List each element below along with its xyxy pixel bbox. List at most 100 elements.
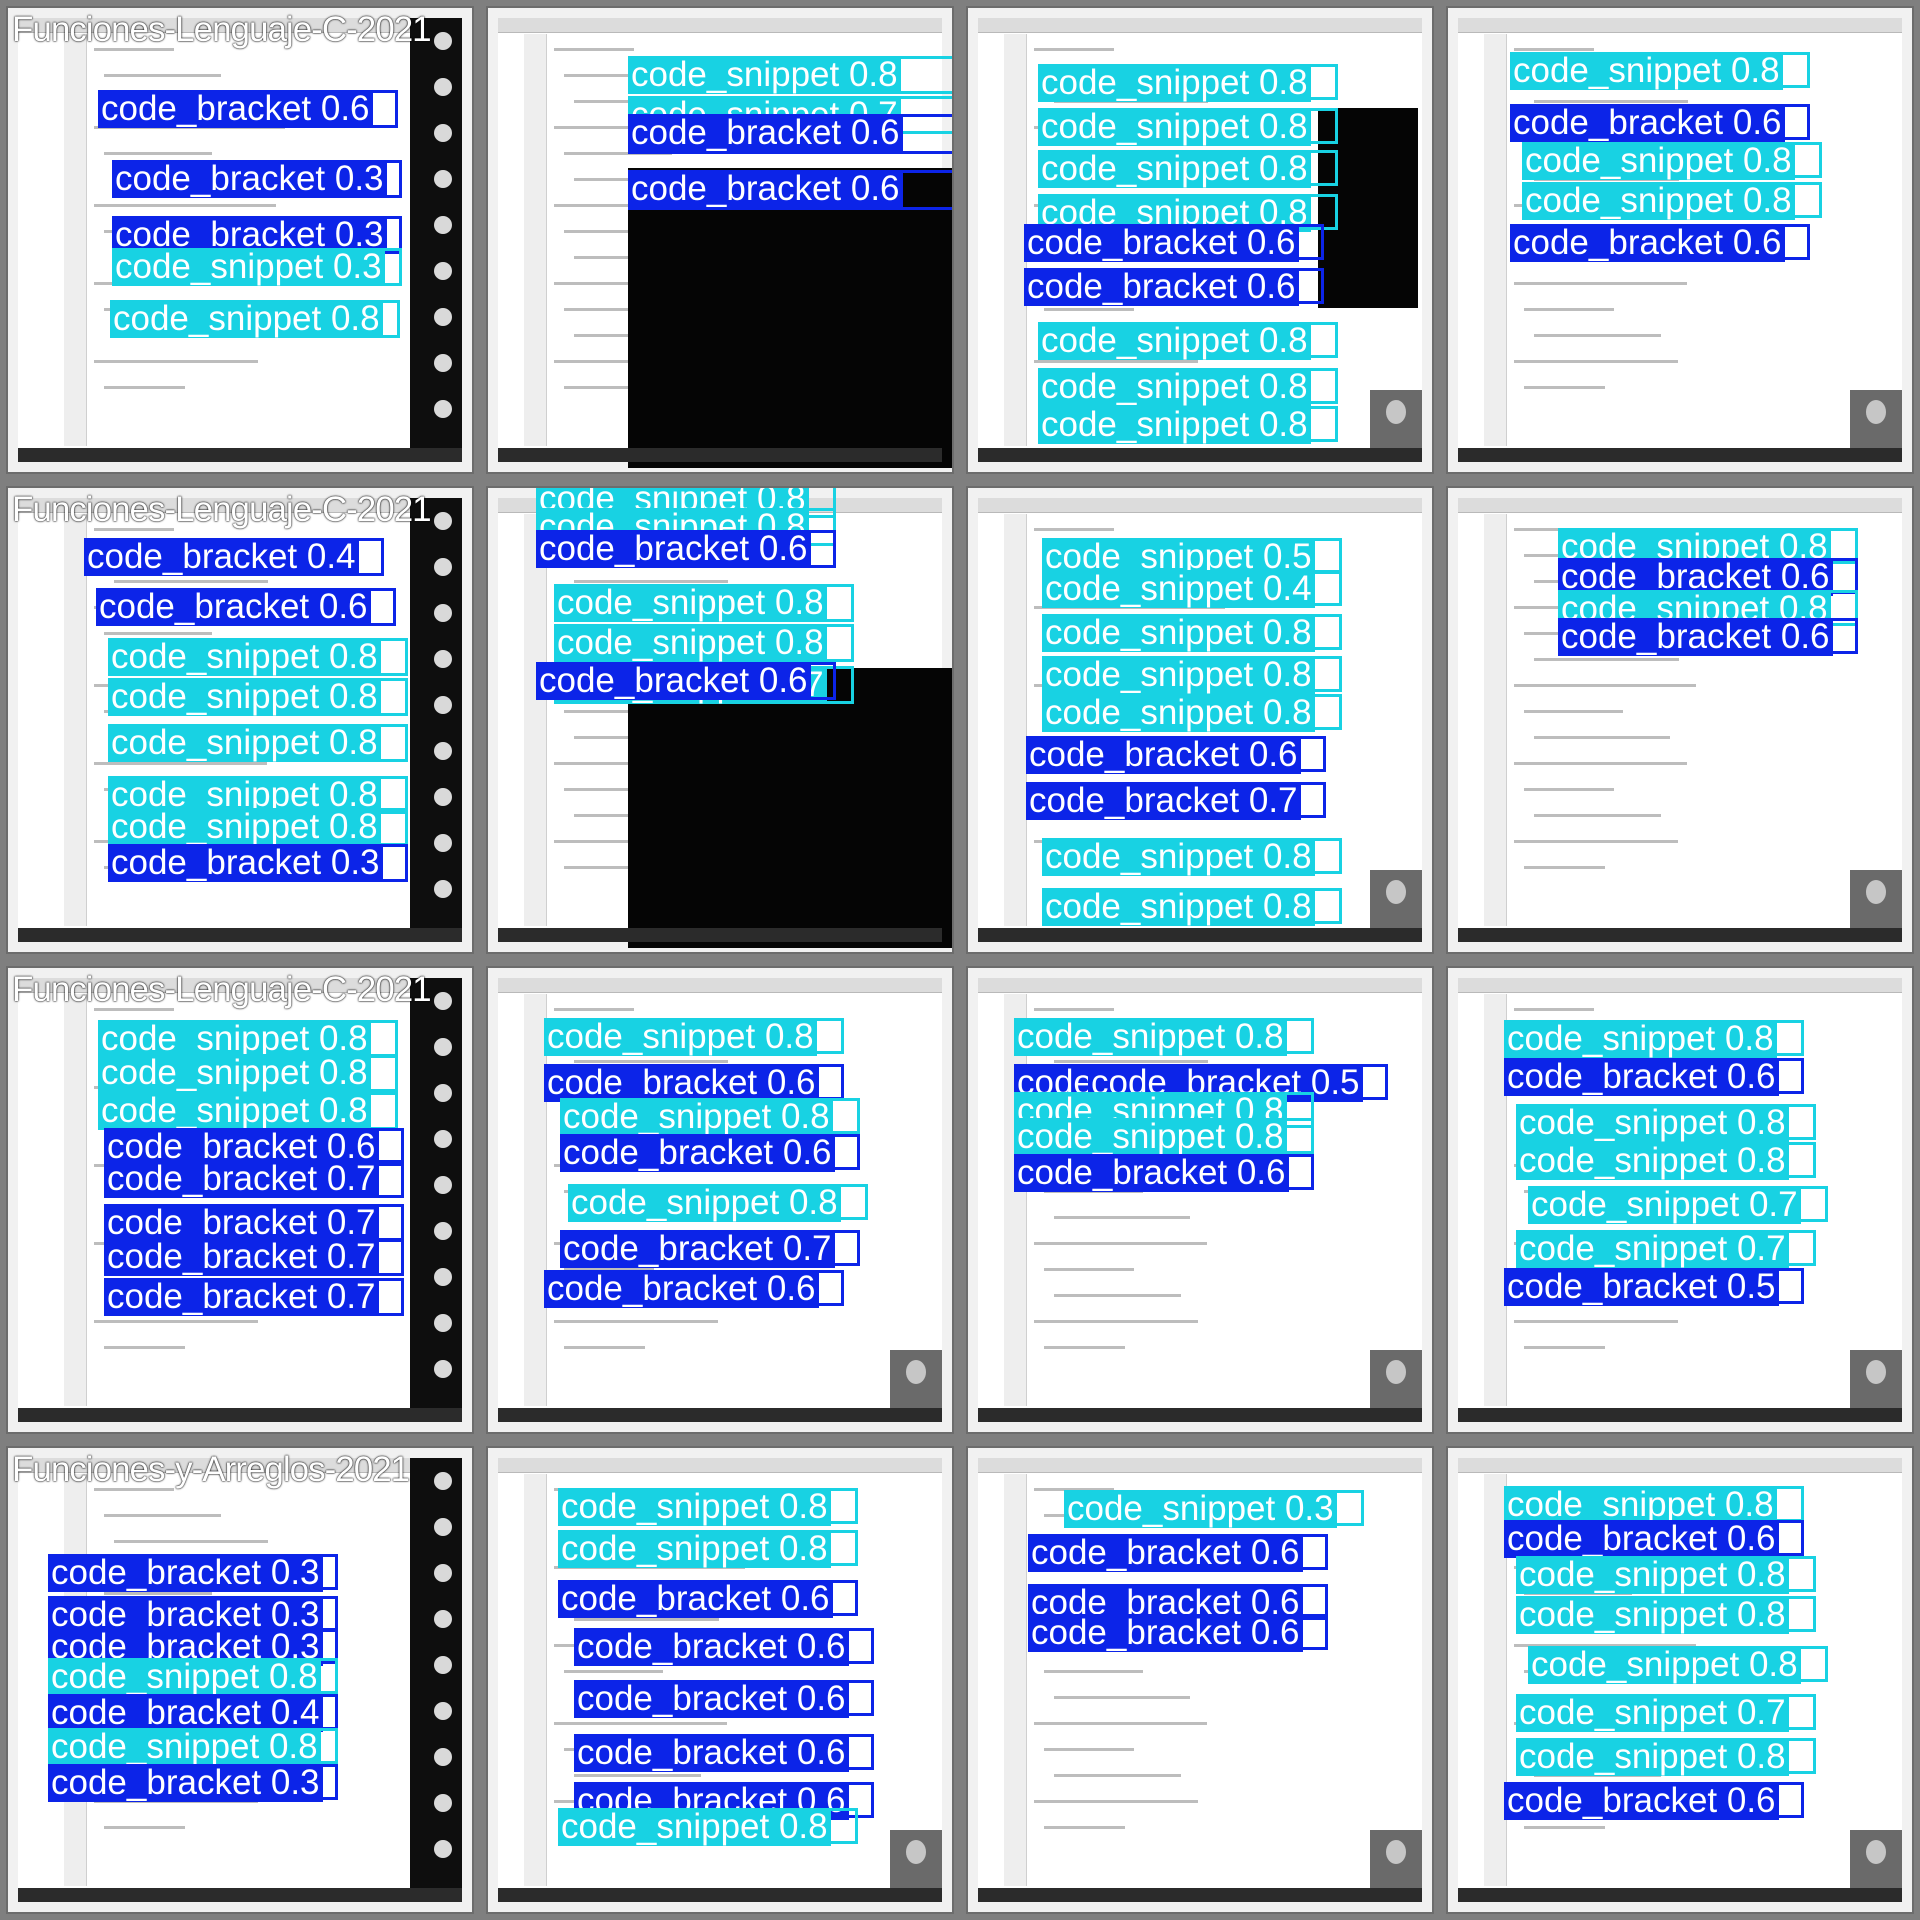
line-number-gutter	[1484, 34, 1507, 446]
detection-label: code_snippet 0.8	[568, 1184, 841, 1222]
code-line	[1514, 360, 1678, 363]
app-menubar	[978, 18, 1422, 33]
app-menubar	[498, 1458, 942, 1473]
code-line	[1534, 814, 1661, 817]
code-bracket-box: code_bracket 0.3	[108, 844, 408, 882]
mosaic-tile: code_snippet 0.8 code_bracket 0.6 code_sni…	[1446, 486, 1914, 954]
detection-label: code_bracket 0.4	[84, 538, 359, 576]
code-snippet-box: code_snippet 0.8	[108, 724, 408, 762]
code-snippet-box: code_snippet 0.8	[98, 1054, 398, 1092]
detection-label: code_snippet 0.8	[1038, 406, 1311, 444]
detection-label: code_snippet 0.8	[1516, 1738, 1789, 1776]
mosaic-tile: code_snippet 0.8 code_snippet 0.8 code_bra…	[486, 486, 954, 954]
status-bar	[978, 1888, 1422, 1902]
status-bar	[978, 928, 1422, 942]
detection-label: code_bracket 0.6	[1504, 1782, 1779, 1820]
status-bar	[1458, 1888, 1902, 1902]
app-menubar	[498, 978, 942, 993]
detection-label: code_snippet 0.3	[112, 248, 385, 286]
app-menubar	[1458, 978, 1902, 993]
detection-label: code_bracket 0.6	[1024, 268, 1299, 306]
webcam-thumbnail	[1850, 390, 1902, 448]
detection-label: code_bracket 0.6	[628, 114, 903, 152]
code-line	[1044, 1670, 1143, 1673]
mosaic-tile: code_snippet 0.8 code_bracket 0.6 code_sni…	[486, 966, 954, 1434]
status-bar	[18, 928, 462, 942]
code-bracket-box: code_bracket 0.7	[104, 1160, 404, 1198]
mosaic-tile: code_snippet 0.8 code_bracket 0.6 code_sni…	[1446, 1446, 1914, 1914]
code-snippet-box: code_snippet 0.3	[112, 248, 402, 286]
code-line	[1054, 1774, 1181, 1777]
webcam-thumbnail	[1850, 870, 1902, 928]
code-bracket-box: code_bracket 0.6	[1504, 1782, 1804, 1820]
code-line	[1534, 736, 1670, 739]
code-snippet-box: code_snippet 0.8	[1038, 406, 1338, 444]
code-bracket-box: code_bracket 0.6	[1558, 618, 1858, 656]
participant-avatar	[434, 1176, 452, 1194]
webcam-thumbnail	[1850, 1830, 1902, 1888]
detection-label: code_bracket 0.6	[1024, 224, 1299, 262]
code-snippet-box: code_snippet 0.7	[1516, 1230, 1816, 1268]
code-line	[104, 1514, 221, 1517]
mosaic-tile: code_snippet 0.8code_snippet 0.7code_bra…	[486, 6, 954, 474]
code-bracket-box: code_bracket 0.6	[96, 588, 396, 626]
code-line	[554, 48, 634, 51]
detection-label: code_snippet 0.8	[1042, 838, 1315, 876]
code-line	[104, 632, 212, 635]
code-snippet-box: code_snippet 0.8	[1014, 1118, 1314, 1156]
code-snippet-box: code_snippet 0.8	[1014, 1018, 1314, 1056]
line-number-gutter	[524, 34, 547, 446]
webcam-thumbnail	[1370, 390, 1422, 448]
code-bracket-box: code_bracket 0.6	[1028, 1614, 1328, 1652]
code-bracket-box: code_bracket 0.6	[558, 1580, 858, 1618]
participant-avatar	[434, 1222, 452, 1240]
detection-label: code_snippet 0.8	[1510, 52, 1783, 90]
detection-label: code_bracket 0.6	[574, 1628, 849, 1666]
code-snippet-box: code_snippet 0.8	[48, 1728, 338, 1766]
participants-panel	[410, 18, 462, 462]
detection-label: code_bracket 0.6	[96, 588, 371, 626]
console-window	[628, 668, 952, 948]
detection-label: code_snippet 0.8	[1042, 888, 1315, 926]
detection-label: code_bracket 0.6	[1510, 224, 1785, 262]
code-bracket-box: code_bracket 0.6	[1024, 224, 1324, 262]
tile-title: Funciones-Lenguaje-C-2021	[12, 10, 432, 49]
detection-label: code_snippet 0.8	[1014, 1018, 1287, 1056]
code-snippet-box: code_snippet 0.8	[558, 1488, 858, 1526]
line-number-gutter	[524, 1474, 547, 1886]
app-menubar	[978, 498, 1422, 513]
detection-label: code_bracket 0.6	[544, 1270, 819, 1308]
code-line	[1524, 1826, 1605, 1829]
code-line	[1514, 762, 1687, 765]
code-line	[104, 1826, 185, 1829]
code-snippet-box: code_snippet 0.8	[1038, 150, 1338, 188]
detection-label: code_bracket 0.6	[1028, 1534, 1303, 1572]
status-bar	[978, 1408, 1422, 1422]
code-line	[1524, 1346, 1605, 1349]
code-line	[1514, 684, 1696, 687]
code-line	[554, 1722, 727, 1725]
code-bracket-box: code_bracket 0.6	[544, 1270, 844, 1308]
participant-avatar	[434, 558, 452, 576]
code-snippet-box: code_snippet 0.8	[544, 1018, 844, 1056]
detection-label: code_bracket 0.3	[108, 844, 383, 882]
detection-label: code_snippet 0.8	[558, 1808, 831, 1846]
code-bracket-box: code_bracket 0.6	[544, 1064, 844, 1102]
detection-label: code_snippet 0.8	[558, 1530, 831, 1568]
detection-label: code_snippet 0.8	[628, 56, 901, 94]
detection-label: code_snippet 0.8	[48, 1728, 321, 1766]
code-line	[1524, 308, 1614, 311]
code-line	[94, 204, 276, 207]
detection-label: code_bracket 0.6	[1510, 104, 1785, 142]
code-snippet-box: code_snippet 0.8	[1504, 1486, 1804, 1524]
code-line	[1034, 528, 1114, 531]
code-line	[1034, 360, 1198, 363]
detection-label: code_snippet 0.8	[1042, 656, 1315, 694]
code-snippet-box: code_snippet 0.8	[558, 1530, 858, 1568]
tile-title: Funciones-Lenguaje-C-2021	[12, 490, 432, 529]
detection-label: code_bracket 0.6	[536, 530, 811, 568]
detection-label: code_bracket 0.6	[574, 1680, 849, 1718]
participant-avatar	[434, 650, 452, 668]
mosaic-tile: code_snippet 0.8 code_bracket 0.6 code_sni…	[1446, 6, 1914, 474]
detection-label: code_snippet 0.8	[108, 724, 381, 762]
